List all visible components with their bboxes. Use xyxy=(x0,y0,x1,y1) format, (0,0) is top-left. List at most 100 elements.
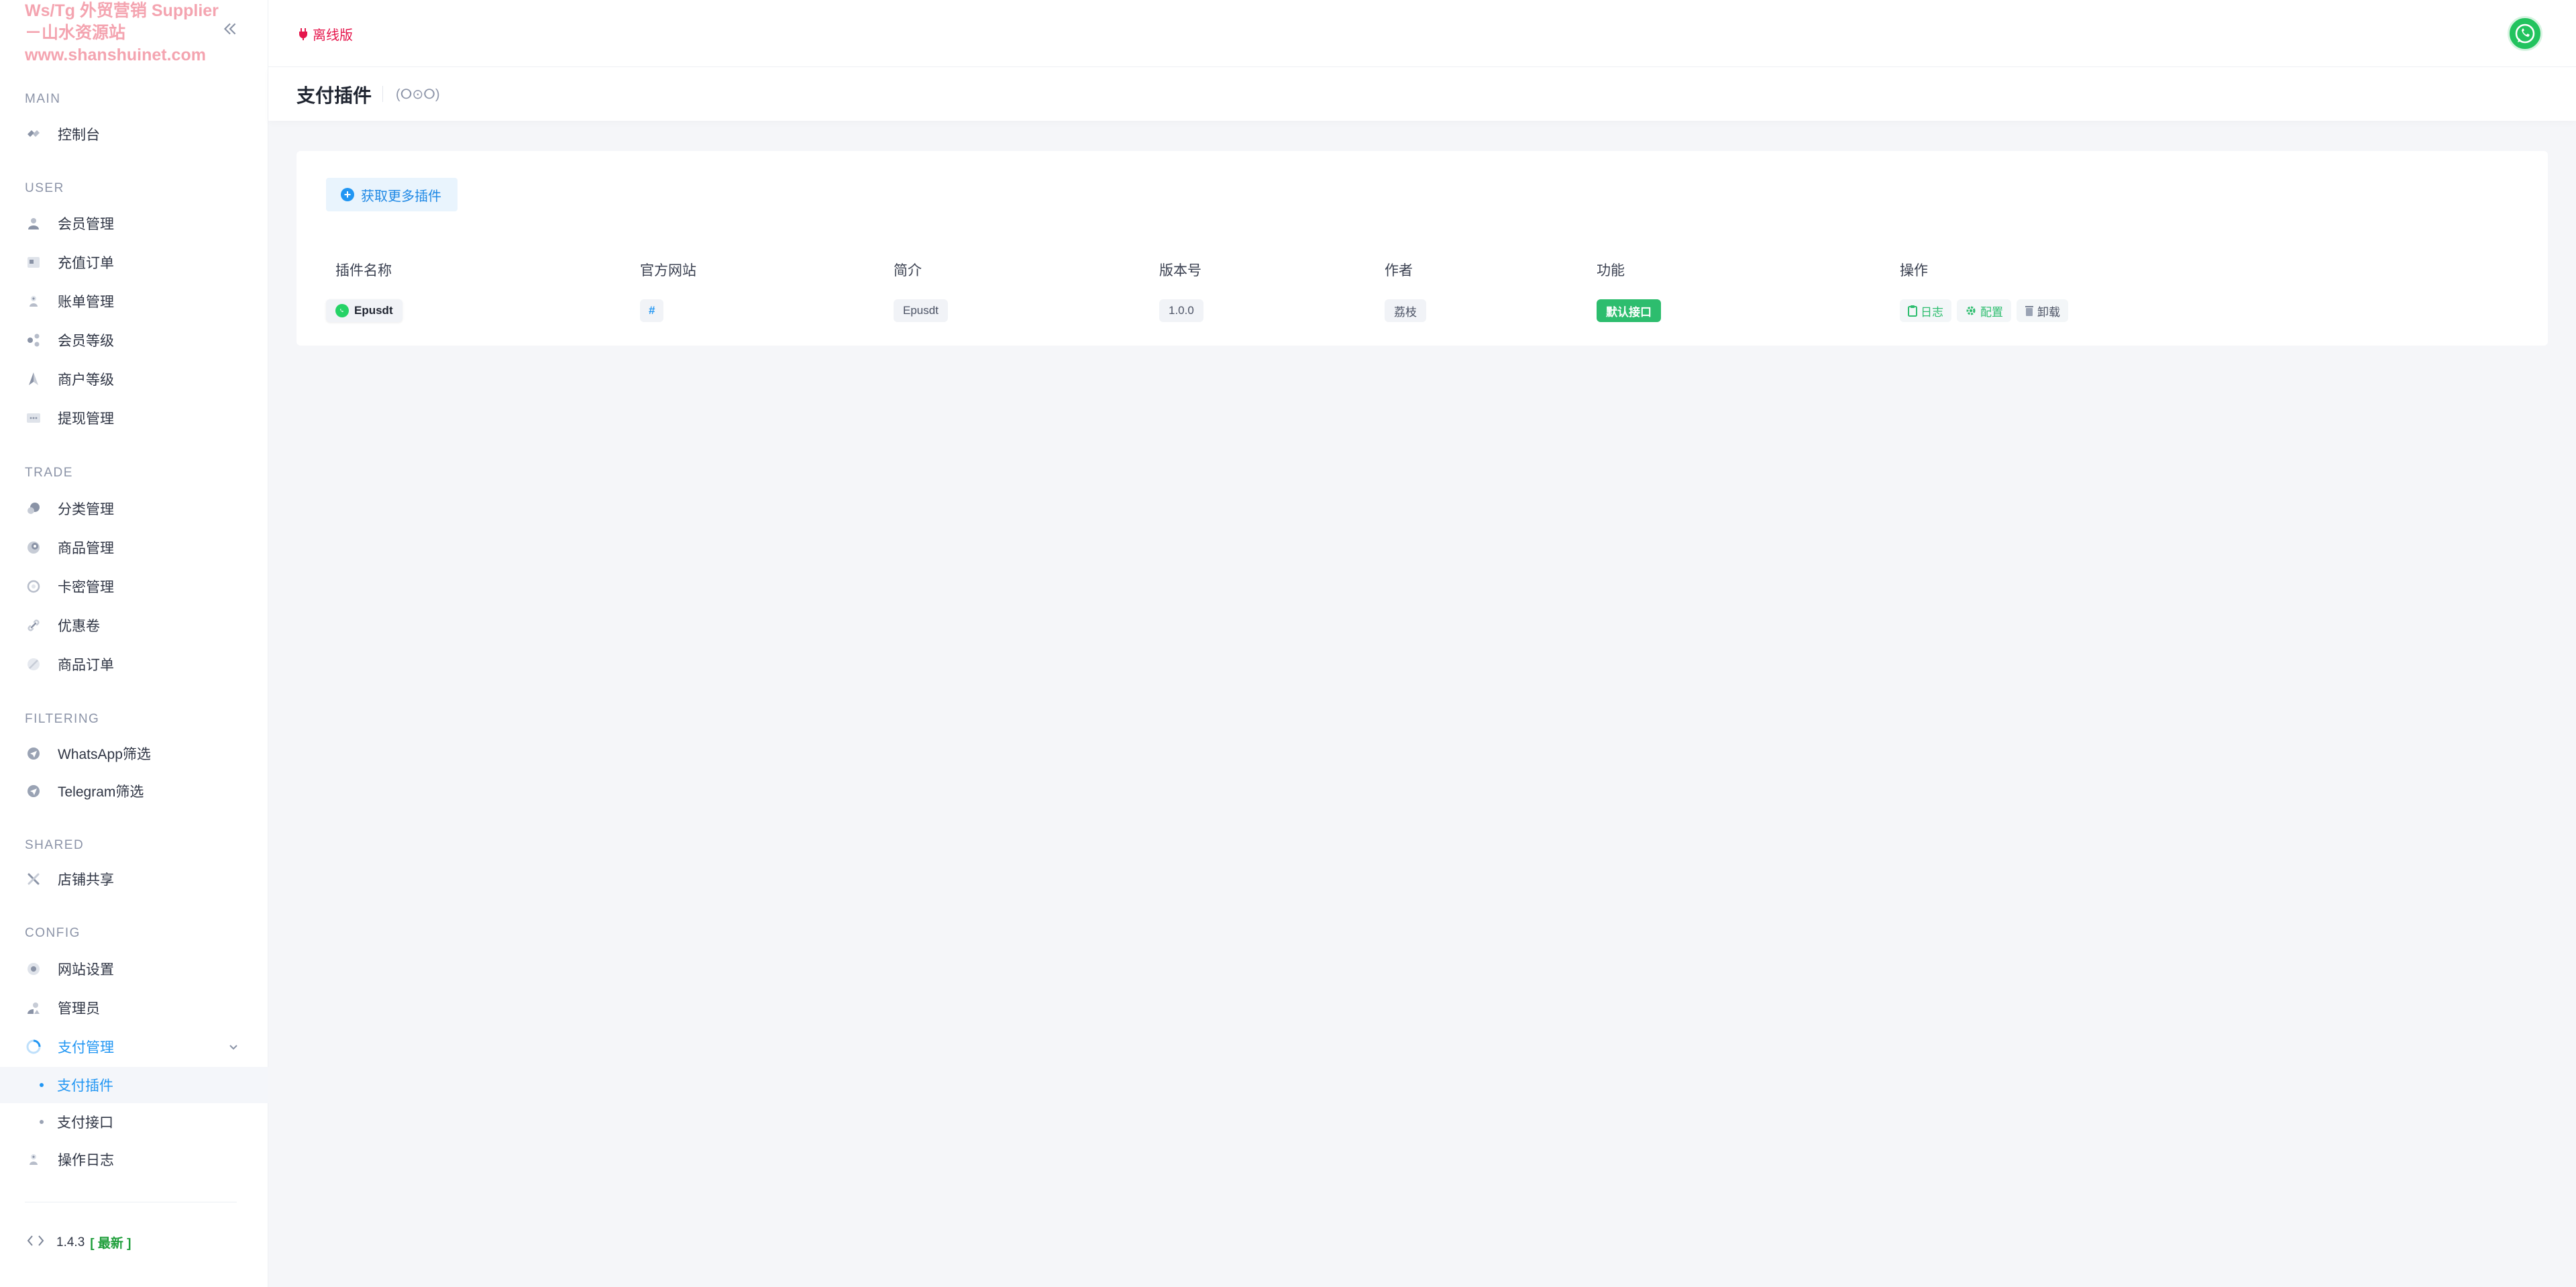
version-cell: 1.0.0 xyxy=(1159,299,1203,323)
bullet-icon xyxy=(40,1120,44,1124)
section-title-filtering: FILTERING xyxy=(25,712,100,726)
feature-cell: 默认接口 xyxy=(1597,299,1661,323)
user-avatar[interactable] xyxy=(2508,16,2542,51)
bullet-icon xyxy=(40,1083,44,1087)
plugin-card: + 获取更多插件 插件名称 官方网站 简介 版本号 作者 功能 操作 Epusd… xyxy=(297,151,2548,346)
code-icon xyxy=(27,1234,44,1251)
sidebar-item-products[interactable]: 商品管理 xyxy=(0,530,268,565)
plugin-website-link[interactable]: # xyxy=(640,299,664,322)
column-header-actions: 操作 xyxy=(1900,263,1928,278)
sidebar-item-recharge-orders[interactable]: 充值订单 xyxy=(0,245,268,280)
config-button[interactable]: 配置 xyxy=(1957,299,2011,322)
sidebar: Ws/Tg 外贸营销 Supplier －山水资源站 www.shanshuin… xyxy=(0,0,268,1287)
version-info: 1.4.3 [ 最新 ] xyxy=(27,1233,131,1251)
website-cell: # xyxy=(640,299,664,323)
sidebar-item-label: 分类管理 xyxy=(58,502,114,517)
section-title-user: USER xyxy=(25,181,64,195)
sidebar-item-label: 网站设置 xyxy=(58,962,114,978)
title-separator xyxy=(382,86,383,102)
section-title-trade: TRADE xyxy=(25,466,73,480)
sidebar-item-whatsapp-filter[interactable]: WhatsApp筛选 xyxy=(0,736,268,771)
plugin-author: 荔枝 xyxy=(1385,299,1426,322)
sidebar-item-operation-logs[interactable]: 操作日志 xyxy=(0,1142,268,1177)
gear-icon xyxy=(1965,305,1977,317)
plugin-intro: Epusdt xyxy=(894,299,948,322)
sidebar-item-dashboard[interactable]: 控制台 xyxy=(0,117,268,152)
collapse-sidebar-button[interactable] xyxy=(220,20,240,40)
sidebar-item-label: 商户等级 xyxy=(58,372,114,388)
sidebar-item-label: 支付接口 xyxy=(57,1115,113,1131)
version-latest-badge: [ 最新 ] xyxy=(90,1237,131,1251)
sidebar-item-coupons[interactable]: 优惠卷 xyxy=(0,608,268,643)
sidebar-item-bills[interactable]: 账单管理 xyxy=(0,284,268,319)
intro-cell: Epusdt xyxy=(894,299,948,323)
sidebar-item-label: 会员等级 xyxy=(58,333,114,349)
topbar: 离线版 xyxy=(268,0,2576,67)
column-header-intro: 简介 xyxy=(894,263,922,278)
log-user-icon xyxy=(25,1151,42,1168)
page-title: 支付插件 xyxy=(297,85,372,106)
link-icon xyxy=(25,617,42,633)
section-title-config: CONFIG xyxy=(25,926,80,940)
log-button[interactable]: 日志 xyxy=(1900,299,1951,322)
sidebar-item-member-levels[interactable]: 会员等级 xyxy=(0,323,268,358)
table-row: Epusdt xyxy=(326,299,402,323)
sidebar-item-label: 店铺共享 xyxy=(58,872,114,888)
get-more-plugins-button[interactable]: + 获取更多插件 xyxy=(326,178,458,211)
sidebar-item-withdrawals[interactable]: 提现管理 xyxy=(0,401,268,435)
log-label: 日志 xyxy=(1921,305,1943,319)
trash-icon xyxy=(2025,305,2034,317)
send-icon xyxy=(25,783,42,799)
sidebar-item-card-keys[interactable]: 卡密管理 xyxy=(0,569,268,604)
sidebar-item-categories[interactable]: 分类管理 xyxy=(0,491,268,526)
sidebar-item-label: Telegram筛选 xyxy=(58,784,144,800)
column-header-author: 作者 xyxy=(1385,263,1413,278)
sidebar-item-label: 会员管理 xyxy=(58,217,114,232)
sidebar-item-label: 支付管理 xyxy=(58,1040,114,1056)
dashboard-icon xyxy=(25,126,42,142)
actions-cell: 日志 配置 卸载 xyxy=(1900,299,2074,323)
whatsapp-avatar-icon xyxy=(2515,23,2535,44)
sidebar-subitem-payment-plugins[interactable]: 支付插件 xyxy=(0,1067,268,1103)
sidebar-item-site-settings[interactable]: 网站设置 xyxy=(0,951,268,986)
whatsapp-icon xyxy=(335,304,349,317)
sidebar-subitem-payment-interfaces[interactable]: 支付接口 xyxy=(0,1104,268,1140)
sidebar-item-telegram-filter[interactable]: Telegram筛选 xyxy=(0,774,268,809)
section-title-main: MAIN xyxy=(25,92,61,106)
sidebar-item-product-orders[interactable]: 商品订单 xyxy=(0,647,268,682)
tools-icon xyxy=(25,871,42,887)
brand-line-1: Ws/Tg 外贸营销 Supplier xyxy=(25,1,219,20)
category-icon xyxy=(25,501,42,517)
brand-line-3: www.shanshuinet.com xyxy=(25,46,206,64)
sidebar-item-label: 控制台 xyxy=(58,127,100,143)
page-subtitle: (ⵔ⊙ⵔ) xyxy=(396,87,440,102)
brand-line-2: －山水资源站 xyxy=(25,23,126,42)
sidebar-item-label: 充值订单 xyxy=(58,256,114,271)
page-header: 支付插件 (ⵔ⊙ⵔ) xyxy=(268,67,2576,121)
plus-circle-icon: + xyxy=(341,188,354,201)
bill-user-icon xyxy=(25,293,42,309)
plugin-name-tag: Epusdt xyxy=(326,299,402,322)
admin-user-icon xyxy=(25,1000,42,1016)
sidebar-item-shop-share[interactable]: 店铺共享 xyxy=(0,862,268,896)
column-header-name: 插件名称 xyxy=(335,263,392,278)
double-chevron-left-icon xyxy=(223,23,236,35)
product-icon xyxy=(25,539,42,556)
sidebar-item-members[interactable]: 会员管理 xyxy=(0,206,268,241)
plug-icon xyxy=(298,28,309,41)
uninstall-label: 卸载 xyxy=(2037,305,2060,319)
config-label: 配置 xyxy=(1980,305,2003,319)
sidebar-item-payment-mgmt[interactable]: 支付管理 xyxy=(0,1029,268,1064)
chevron-down-icon xyxy=(225,1039,241,1055)
get-more-plugins-label: 获取更多插件 xyxy=(361,189,441,204)
sidebar-item-label: 账单管理 xyxy=(58,295,114,310)
uninstall-button[interactable]: 卸载 xyxy=(2017,299,2068,322)
disabled-circle-icon xyxy=(25,656,42,672)
column-header-version: 版本号 xyxy=(1159,263,1201,278)
receipt-icon xyxy=(25,254,42,270)
send-icon xyxy=(25,745,42,762)
sidebar-item-admins[interactable]: 管理员 xyxy=(0,990,268,1025)
sidebar-item-merchant-levels[interactable]: 商户等级 xyxy=(0,362,268,397)
sidebar-item-label: 提现管理 xyxy=(58,411,114,427)
version-number: 1.4.3 xyxy=(56,1235,85,1249)
